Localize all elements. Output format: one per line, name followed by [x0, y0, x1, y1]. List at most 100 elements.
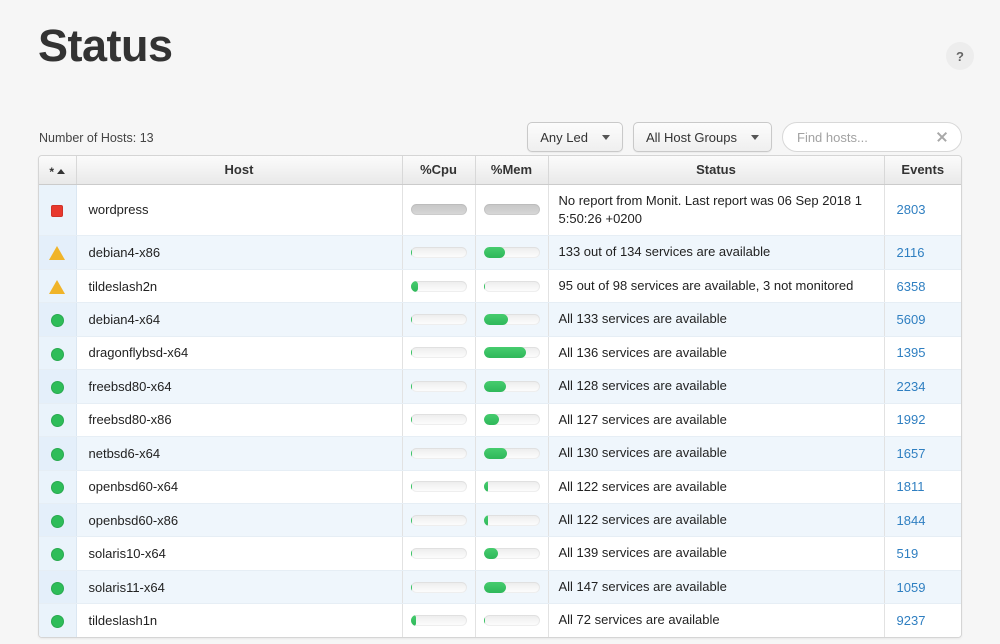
host-name-cell[interactable]: freebsd80-x64	[76, 370, 402, 403]
mem-progress-bar-fill	[484, 582, 506, 593]
host-name-cell[interactable]: openbsd60-x64	[76, 470, 402, 503]
events-cell: 2116	[884, 236, 961, 269]
table-row[interactable]: wordpressNo report from Monit. Last repo…	[39, 184, 961, 236]
host-group-filter-label: All Host Groups	[646, 130, 737, 145]
mem-cell	[475, 437, 548, 470]
host-name-cell[interactable]: openbsd60-x86	[76, 504, 402, 537]
table-row[interactable]: freebsd80-x86 All 127 services are availa…	[39, 403, 961, 436]
cpu-cell	[402, 236, 475, 269]
events-cell: 1992	[884, 403, 961, 436]
cpu-cell	[402, 537, 475, 570]
table-row[interactable]: solaris10-x64 All 139 services are availa…	[39, 537, 961, 570]
cpu-progress-bar	[411, 481, 467, 492]
host-name-cell[interactable]: freebsd80-x86	[76, 403, 402, 436]
table-row[interactable]: solaris11-x64 All 147 services are availa…	[39, 570, 961, 603]
events-link[interactable]: 5609	[897, 312, 926, 327]
events-link[interactable]: 2803	[897, 202, 926, 217]
table-row[interactable]: tildeslash2n95 out of 98 services are av…	[39, 269, 961, 302]
table-row[interactable]: tildeslash1n All 72 services are availabl…	[39, 604, 961, 637]
column-header-status[interactable]: Status	[548, 156, 884, 184]
events-link[interactable]: 1395	[897, 345, 926, 360]
status-message-cell: All 139 services are available	[548, 537, 884, 570]
led-cell	[39, 437, 76, 470]
host-name-cell[interactable]: tildeslash1n	[76, 604, 402, 637]
page-title: Status	[38, 22, 173, 69]
host-name-cell[interactable]: netbsd6-x64	[76, 437, 402, 470]
column-header-led[interactable]: *	[39, 156, 76, 184]
hosts-table: * Host %Cpu %Mem Status Events wordpress…	[39, 156, 961, 637]
host-name-cell[interactable]: solaris10-x64	[76, 537, 402, 570]
led-cell	[39, 570, 76, 603]
led-cell	[39, 236, 76, 269]
cpu-progress-bar	[411, 247, 467, 258]
events-link[interactable]: 1844	[897, 513, 926, 528]
column-header-mem[interactable]: %Mem	[475, 156, 548, 184]
events-link[interactable]: 2234	[897, 379, 926, 394]
table-row[interactable]: dragonflybsd-x64 All 136 services are ava…	[39, 336, 961, 369]
host-count-label: Number of Hosts: 13	[39, 131, 154, 145]
table-row[interactable]: freebsd80-x64All 128 services are availa…	[39, 370, 961, 403]
mem-cell	[475, 470, 548, 503]
status-message-cell: All 122 services are available	[548, 470, 884, 503]
led-status-ok-icon	[51, 582, 64, 595]
events-link[interactable]: 6358	[897, 279, 926, 294]
column-header-cpu[interactable]: %Cpu	[402, 156, 475, 184]
events-cell: 1059	[884, 570, 961, 603]
host-name-cell[interactable]: wordpress	[76, 184, 402, 236]
mem-cell	[475, 537, 548, 570]
events-link[interactable]: 1992	[897, 412, 926, 427]
cpu-progress-bar-fill	[411, 548, 412, 559]
led-cell	[39, 403, 76, 436]
mem-progress-bar-fill	[484, 381, 506, 392]
led-filter-dropdown[interactable]: Any Led	[527, 122, 623, 152]
host-name-cell[interactable]: debian4-x86	[76, 236, 402, 269]
cpu-progress-bar-fill	[411, 515, 412, 526]
mem-progress-bar	[484, 615, 540, 626]
cpu-cell	[402, 336, 475, 369]
status-message-cell: All 147 services are available	[548, 570, 884, 603]
mem-progress-bar	[484, 281, 540, 292]
host-name-cell[interactable]: debian4-x64	[76, 303, 402, 336]
table-row[interactable]: debian4-x64All 133 services are availabl…	[39, 303, 961, 336]
cpu-progress-bar	[411, 381, 467, 392]
cpu-cell	[402, 184, 475, 236]
events-link[interactable]: 519	[897, 546, 919, 561]
events-link[interactable]: 1059	[897, 580, 926, 595]
led-status-ok-icon	[51, 448, 64, 461]
close-icon[interactable]	[935, 130, 949, 144]
search-input[interactable]	[797, 130, 935, 145]
events-cell: 9237	[884, 604, 961, 637]
table-row[interactable]: openbsd60-x86All 122 services are availa…	[39, 504, 961, 537]
events-cell: 1811	[884, 470, 961, 503]
events-link[interactable]: 1657	[897, 446, 926, 461]
host-group-filter-dropdown[interactable]: All Host Groups	[633, 122, 772, 152]
mem-progress-bar	[484, 347, 540, 358]
events-link[interactable]: 9237	[897, 613, 926, 628]
events-link[interactable]: 2116	[897, 245, 925, 260]
filter-toolbar: Any Led All Host Groups	[527, 122, 962, 152]
search-box[interactable]	[782, 122, 962, 152]
column-header-events[interactable]: Events	[884, 156, 961, 184]
status-message-cell: All 136 services are available	[548, 336, 884, 369]
cpu-progress-bar	[411, 281, 467, 292]
host-name-cell[interactable]: dragonflybsd-x64	[76, 336, 402, 369]
help-icon[interactable]: ?	[946, 42, 974, 70]
table-row[interactable]: debian4-x86133 out of 134 services are a…	[39, 236, 961, 269]
cpu-progress-bar-fill	[411, 347, 412, 358]
cpu-progress-bar	[411, 347, 467, 358]
cpu-cell	[402, 437, 475, 470]
asterisk-icon: *	[49, 166, 54, 178]
events-link[interactable]: 1811	[897, 479, 925, 494]
events-cell: 1844	[884, 504, 961, 537]
column-header-host[interactable]: Host	[76, 156, 402, 184]
status-message-cell: All 127 services are available	[548, 403, 884, 436]
table-row[interactable]: openbsd60-x64 All 122 services are availa…	[39, 470, 961, 503]
cpu-progress-bar	[411, 548, 467, 559]
led-cell	[39, 303, 76, 336]
mem-progress-bar-fill	[484, 347, 527, 358]
status-message-cell: All 72 services are available	[548, 604, 884, 637]
host-name-cell[interactable]: tildeslash2n	[76, 269, 402, 302]
host-name-cell[interactable]: solaris11-x64	[76, 570, 402, 603]
mem-progress-bar	[484, 204, 540, 215]
table-row[interactable]: netbsd6-x64All 130 services are availabl…	[39, 437, 961, 470]
